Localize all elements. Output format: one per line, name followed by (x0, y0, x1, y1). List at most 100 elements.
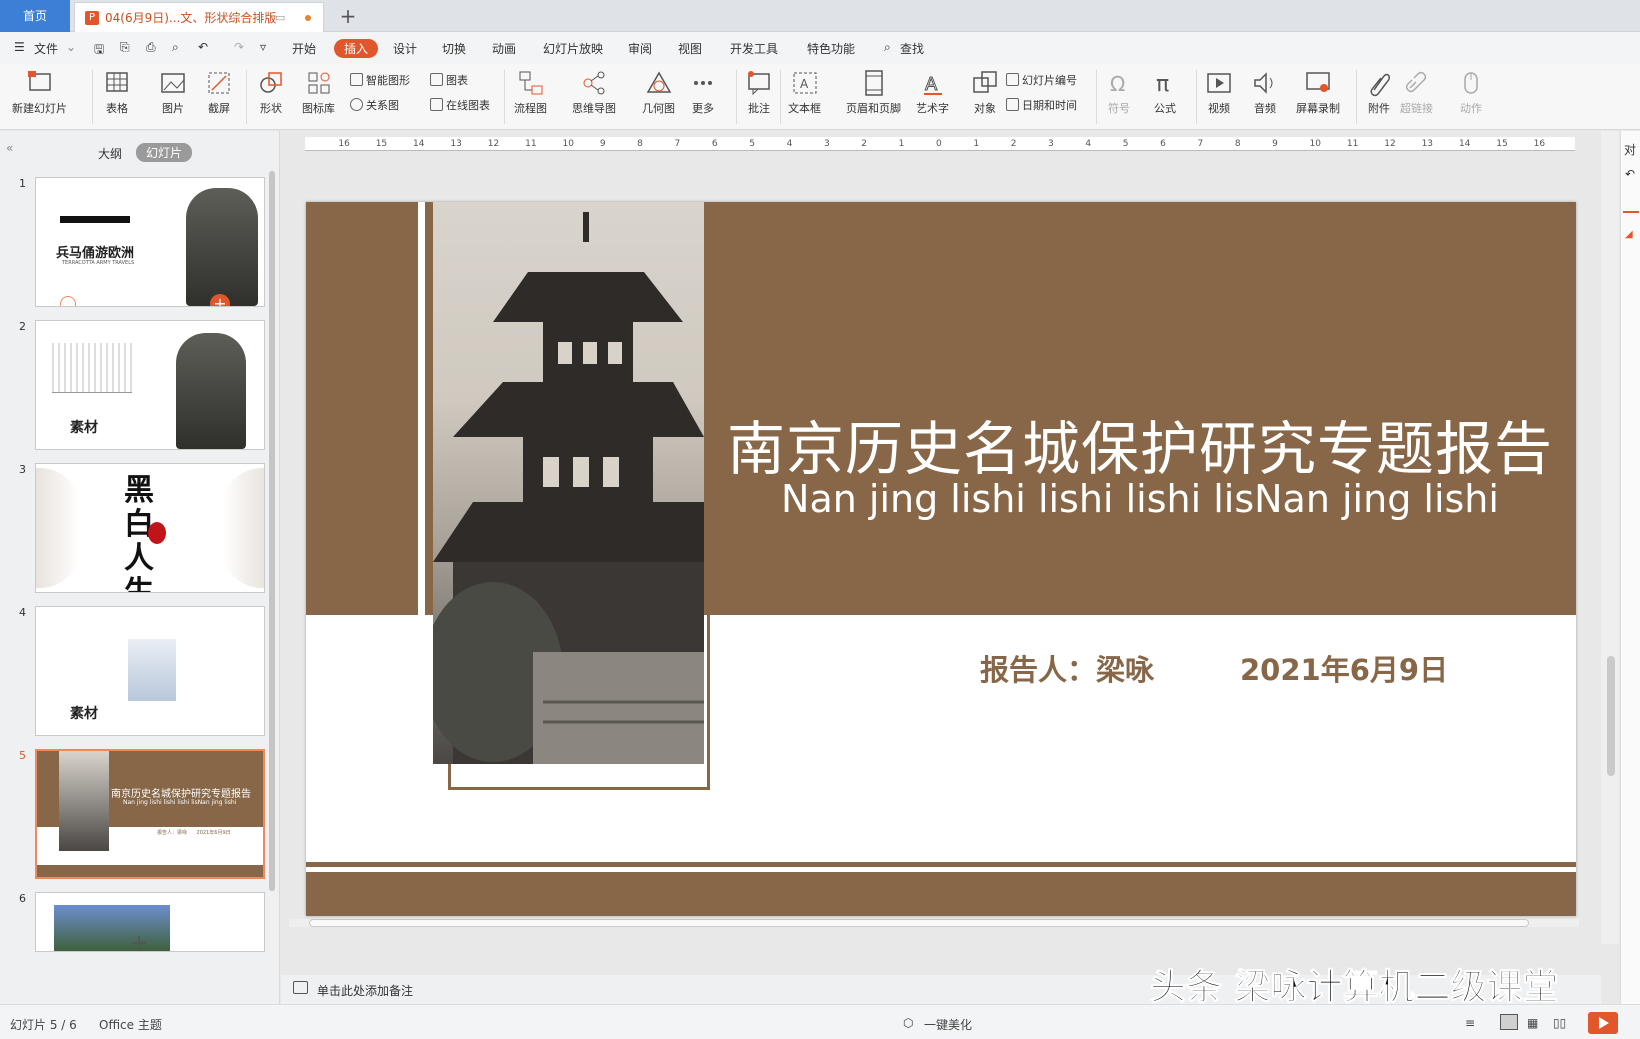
menu-developer[interactable]: 开发工具 (730, 40, 778, 57)
menu-transition[interactable]: 切换 (442, 40, 466, 57)
nanjing-pagoda-photo[interactable] (433, 202, 704, 764)
smart-shape-button[interactable]: 智能图形 (350, 72, 410, 88)
reading-view-icon[interactable]: ▯▯ (1553, 1016, 1566, 1030)
screen-record-button[interactable]: 屏幕录制 (1296, 68, 1340, 116)
slide-title[interactable]: 南京历史名城保护研究专题报告 (704, 402, 1576, 486)
shape-label: 形状 (260, 102, 282, 115)
menu-view[interactable]: 视图 (678, 40, 702, 57)
formula-button[interactable]: π 公式 (1150, 68, 1180, 116)
audio-button[interactable]: 音频 (1250, 68, 1280, 116)
vertical-scroll-thumb[interactable] (1607, 656, 1615, 776)
horizontal-scrollbar[interactable] (289, 919, 1579, 927)
chevron-down-icon[interactable]: ⌄ (66, 40, 76, 54)
slide-date[interactable]: 2021年6月9日 (1240, 647, 1448, 689)
symbol-button[interactable]: Ω 符号 (1104, 68, 1134, 116)
slide-subtitle[interactable]: Nan jing lishi lishi lishi lisNan jing l… (704, 477, 1576, 521)
right-panel-arrow-icon[interactable]: ↶ (1625, 167, 1635, 181)
relation-button[interactable]: 关系图 (350, 97, 399, 113)
search-button[interactable]: 查找 (900, 40, 924, 57)
hyperlink-button[interactable]: 超链接 (1400, 68, 1433, 116)
action-button[interactable]: 动作 (1456, 68, 1486, 116)
slide-thumbnail-1[interactable]: 兵马俑游欧洲 TERRACOTTA ARMY TRAVELS + (35, 177, 265, 307)
monitor-icon[interactable]: ▭ (275, 11, 285, 24)
picture-button[interactable]: 图片 (158, 68, 188, 116)
menu-insert[interactable]: 插入 (334, 39, 379, 58)
new-tab-button[interactable]: + (338, 4, 358, 28)
geometry-button[interactable]: 几何图 (642, 68, 675, 116)
undo-icon[interactable]: ↶ (198, 40, 208, 54)
slide-number-button[interactable]: 幻灯片编号 (1006, 72, 1077, 88)
menu-slideshow[interactable]: 幻灯片放映 (543, 40, 603, 57)
slide-reporter[interactable]: 报告人：梁咏 (980, 647, 1154, 689)
table-button[interactable]: 表格 (102, 68, 132, 116)
thumbnail-number: 5 (19, 749, 26, 762)
normal-view-icon[interactable] (1500, 1014, 1518, 1030)
smart-shape-icon (350, 73, 363, 86)
sorter-view-icon[interactable]: ▦ (1527, 1016, 1538, 1030)
vertical-scrollbar[interactable] (1601, 131, 1619, 944)
slideshow-play-button[interactable] (1588, 1012, 1618, 1034)
theme-name[interactable]: Office 主题 (99, 1016, 162, 1033)
comment-button[interactable]: 批注 (744, 68, 774, 116)
menu-features[interactable]: 特色功能 (807, 40, 855, 57)
menu-file[interactable]: 文件 (34, 40, 58, 57)
menu-bar: ☰ 文件 ⌄ 🖫 ⎘ ⎙ ⌕ ↶ ↷ ▿ 开始 插入 设计 切换 动画 幻灯片放… (0, 32, 1640, 64)
slide-thumbnail-2[interactable]: 素材 (35, 320, 265, 450)
thumbnail-number: 1 (19, 177, 26, 190)
beautify-icon[interactable]: ⬡ (903, 1016, 913, 1030)
play-icon[interactable] (60, 296, 76, 306)
notes-toggle-icon[interactable]: ≡ (1465, 1016, 1475, 1030)
document-tab[interactable]: P 04(6月9日)...文、形状综合排版 ▭ (74, 2, 324, 32)
wordart-button[interactable]: A 艺术字 (916, 68, 949, 116)
horizontal-scroll-thumb[interactable] (309, 919, 1529, 927)
ruler-tick: 1 (973, 139, 980, 149)
ruler-tick: 4 (786, 139, 793, 149)
menu-review[interactable]: 审阅 (628, 40, 652, 57)
attachment-button[interactable]: 附件 (1364, 68, 1394, 116)
object-button[interactable]: 对象 (970, 68, 1000, 116)
current-slide[interactable]: 南京历史名城保护研究专题报告 Nan jing lishi lishi lish… (306, 202, 1576, 916)
menu-animation[interactable]: 动画 (492, 40, 516, 57)
slide-thumbnail-4[interactable]: 素材 (35, 606, 265, 736)
online-chart-button[interactable]: 在线图表 (430, 97, 490, 113)
thumbnail-banner (60, 216, 130, 223)
redo-icon[interactable]: ↷ (234, 40, 244, 54)
video-button[interactable]: 视频 (1204, 68, 1234, 116)
slide-thumbnail-5[interactable]: 南京历史名城保护研究专题报告 Nan jing lishi lishi lish… (35, 749, 265, 879)
save-icon[interactable]: 🖫 (94, 40, 104, 61)
flowchart-button[interactable]: 流程图 (514, 68, 547, 116)
icon-library-label: 图标库 (302, 102, 335, 115)
slide-thumbnail-6[interactable] (35, 892, 265, 952)
hamburger-icon[interactable]: ☰ (14, 40, 25, 54)
home-tab[interactable]: 首页 (0, 0, 70, 32)
thumbnail-scrollbar[interactable] (269, 171, 275, 891)
textbox-button[interactable]: A 文本框 (788, 68, 821, 116)
date-time-button[interactable]: 日期和时间 (1006, 97, 1077, 113)
new-slide-button[interactable]: 新建幻灯片 (12, 68, 67, 116)
beautify-button[interactable]: 一键美化 (924, 1016, 972, 1033)
icon-library-button[interactable]: 图标库 (302, 68, 335, 116)
preview-icon[interactable]: ⌕ (172, 40, 179, 55)
export-icon[interactable]: ⎘ (120, 40, 130, 55)
search-icon[interactable]: ⌕ (884, 40, 891, 55)
add-slide-button[interactable]: + (130, 931, 148, 956)
print-icon[interactable]: ⎙ (146, 40, 156, 55)
shape-button[interactable]: 形状 (256, 68, 286, 116)
add-slide-icon[interactable]: + (210, 294, 230, 306)
more-button[interactable]: 更多 (688, 68, 718, 116)
chart-button[interactable]: 图表 (430, 72, 468, 88)
screenshot-button[interactable]: 截屏 (204, 68, 234, 116)
thumbnail-title: 素材 (70, 706, 98, 722)
notes-placeholder[interactable]: 单击此处添加备注 (317, 982, 413, 999)
collapse-panel-icon[interactable]: « (6, 141, 13, 155)
quick-access-dropdown-icon[interactable]: ▿ (260, 40, 266, 54)
menu-start[interactable]: 开始 (292, 40, 316, 57)
header-footer-button[interactable]: 页眉和页脚 (846, 68, 901, 116)
menu-design[interactable]: 设计 (393, 40, 417, 57)
outline-tab[interactable]: 大纲 (98, 145, 122, 162)
slide-thumbnail-3[interactable]: 黑白人生 (35, 463, 265, 593)
slides-tab[interactable]: 幻灯片 (136, 143, 193, 162)
ribbon-separator (1356, 70, 1357, 124)
mindmap-button[interactable]: 思维导图 (572, 68, 616, 116)
right-panel-label[interactable]: 对 (1624, 141, 1636, 158)
